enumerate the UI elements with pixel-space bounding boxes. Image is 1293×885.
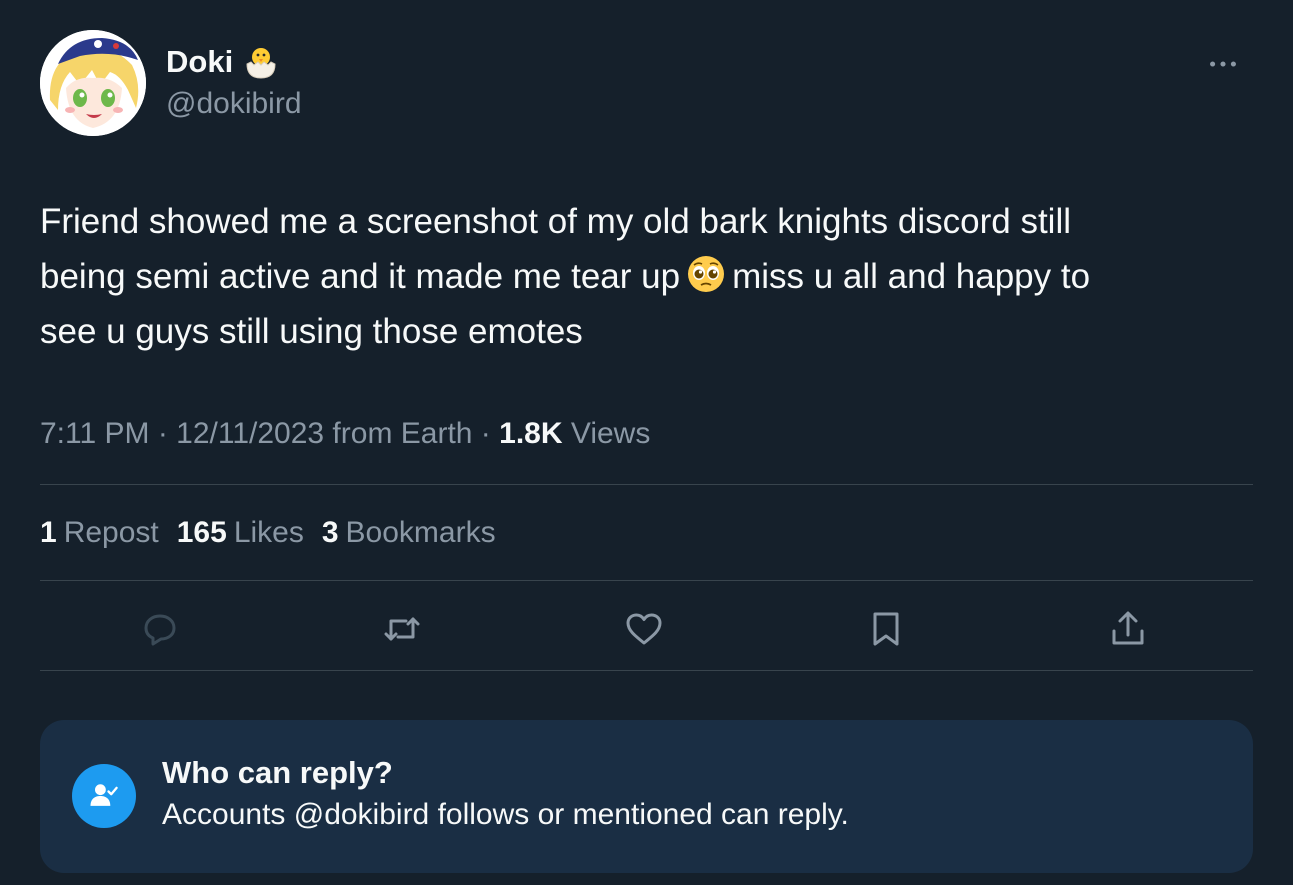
- likes-stat[interactable]: 165 Likes: [177, 511, 304, 555]
- avatar-image: [40, 30, 146, 136]
- user-check-icon: [72, 764, 136, 828]
- meta-separator: ·: [149, 417, 177, 450]
- bookmark-button[interactable]: [861, 604, 911, 654]
- reposts-count: 1: [40, 516, 57, 549]
- like-button[interactable]: [619, 604, 669, 654]
- divider: [40, 670, 1253, 671]
- tweet-text: Friend showed me a screenshot of my old …: [40, 194, 1240, 359]
- tweet-time[interactable]: 7:11 PM: [40, 417, 150, 450]
- who-can-reply-box: Who can reply? Accounts @dokibird follow…: [40, 720, 1253, 873]
- likes-count: 165: [176, 516, 227, 549]
- tweet-meta: 7:11 PM · 12/11/2023 from Earth · 1.8K V…: [40, 412, 650, 456]
- tweet-line: being semi active and it made me tear up…: [40, 249, 1240, 304]
- meta-separator: ·: [472, 417, 500, 450]
- repost-icon: [384, 617, 420, 641]
- tweet-line-segment: miss u all and happy to: [732, 257, 1091, 296]
- reposts-stat[interactable]: 1 Repost: [40, 511, 159, 555]
- bookmarks-label: Bookmarks: [345, 516, 496, 549]
- tweet-detail: Doki @dokibird Friend showed me a screen…: [0, 0, 1293, 885]
- who-can-reply-description: Accounts @dokibird follows or mentioned …: [162, 798, 849, 831]
- tweet-line-segment: being semi active and it made me tear up: [40, 257, 681, 296]
- reply-button[interactable]: [135, 604, 185, 654]
- reposts-label: Repost: [63, 516, 159, 549]
- repost-button[interactable]: [377, 604, 427, 654]
- share-button[interactable]: [1103, 604, 1153, 654]
- engagement-stats: 1 Repost 165 Likes 3 Bookmarks: [40, 511, 496, 555]
- views-label: Views: [570, 417, 651, 450]
- views-count: 1.8K: [499, 417, 563, 450]
- divider: [40, 484, 1253, 485]
- tweet-location: from Earth: [324, 417, 473, 450]
- pleading-face-icon: [686, 254, 726, 294]
- likes-label: Likes: [233, 516, 304, 549]
- author-handle[interactable]: @dokibird: [166, 84, 302, 124]
- tweet-line: see u guys still using those emotes: [40, 312, 583, 351]
- author-name-row: Doki: [166, 40, 281, 84]
- tweet-date[interactable]: 12/11/2023: [176, 417, 324, 450]
- bookmark-icon: [873, 612, 899, 646]
- more-options-button[interactable]: [1205, 50, 1241, 78]
- avatar[interactable]: [40, 30, 146, 136]
- share-icon: [1112, 611, 1144, 645]
- who-can-reply-title: Who can reply?: [162, 755, 393, 790]
- tweet-line: Friend showed me a screenshot of my old …: [40, 202, 1072, 241]
- bookmarks-count: 3: [321, 516, 339, 549]
- divider: [40, 580, 1253, 581]
- reply-icon: [144, 614, 176, 646]
- more-icon: [1210, 61, 1236, 67]
- hatching-chick-icon: [241, 42, 281, 82]
- bookmarks-stat[interactable]: 3 Bookmarks: [322, 511, 496, 555]
- like-icon: [626, 613, 662, 645]
- display-name[interactable]: Doki: [166, 40, 233, 84]
